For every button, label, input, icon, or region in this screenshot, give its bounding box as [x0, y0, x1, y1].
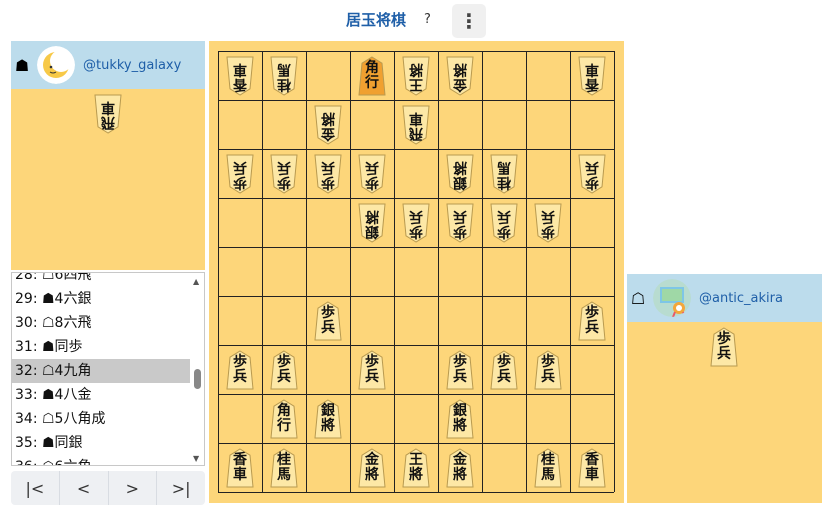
- board-piece[interactable]: 金將: [357, 447, 387, 488]
- hand-piece[interactable]: 歩兵: [709, 327, 739, 367]
- board-piece[interactable]: 桂馬: [269, 447, 299, 488]
- move-list-item[interactable]: 28: ☖6四飛: [12, 273, 190, 287]
- board-piece[interactable]: 歩兵: [269, 349, 299, 390]
- board-piece[interactable]: 歩兵: [533, 203, 563, 243]
- first-move-button[interactable]: |<: [11, 471, 60, 505]
- board-grid-line: [350, 51, 351, 492]
- scroll-down-icon[interactable]: ▼: [193, 454, 199, 463]
- board-piece[interactable]: 金將: [445, 56, 475, 96]
- board-grid-line: [570, 51, 571, 492]
- move-list-item[interactable]: 34: ☖5八角成: [12, 407, 190, 431]
- board-piece[interactable]: 歩兵: [445, 203, 475, 243]
- board-piece[interactable]: 桂馬: [269, 56, 299, 96]
- board-piece[interactable]: 香車: [577, 56, 607, 96]
- board-grid-line: [218, 198, 614, 199]
- board-grid-line: [218, 443, 614, 444]
- board-grid[interactable]: 香車桂馬角行王將金將香車金將飛車歩兵歩兵歩兵歩兵銀將桂馬歩兵銀將歩兵歩兵歩兵歩兵…: [218, 51, 615, 493]
- bottom-player-header: ☖ @antic_akira: [627, 274, 822, 322]
- board-grid-line: [218, 394, 614, 395]
- board-grid-line: [262, 51, 263, 492]
- board-grid-line: [218, 51, 219, 492]
- board-grid-line: [218, 247, 614, 248]
- board-piece[interactable]: 桂馬: [489, 154, 519, 194]
- board-piece[interactable]: 金將: [445, 447, 475, 488]
- move-list[interactable]: 28: ☖6四飛 29: ☗4六銀 30: ☖8六飛 31: ☗同歩 32: ☖4九角 3…: [11, 272, 205, 466]
- board-piece[interactable]: 歩兵: [489, 203, 519, 243]
- board-piece[interactable]: 桂馬: [533, 447, 563, 488]
- move-list-scrollbar[interactable]: ▲ ▼: [192, 277, 202, 463]
- kebab-menu-icon: ⋮: [459, 9, 479, 33]
- page-title: 居玉将棋: [346, 11, 407, 29]
- board-piece[interactable]: 王將: [401, 447, 431, 488]
- help-link[interactable]: ?: [424, 12, 431, 27]
- board-grid-line: [218, 492, 614, 493]
- sente-mark-icon: ☗: [14, 55, 30, 75]
- board-grid-line: [438, 51, 439, 492]
- shogi-board: 香車桂馬角行王將金將香車金將飛車歩兵歩兵歩兵歩兵銀將桂馬歩兵銀將歩兵歩兵歩兵歩兵…: [209, 41, 624, 503]
- move-list-item[interactable]: 30: ☖8六飛: [12, 311, 190, 335]
- menu-button[interactable]: ⋮: [452, 4, 486, 38]
- board-piece[interactable]: 角行: [269, 398, 299, 439]
- board-piece[interactable]: 銀將: [313, 398, 343, 439]
- board-piece[interactable]: 香車: [225, 447, 255, 488]
- board-piece[interactable]: 歩兵: [401, 203, 431, 243]
- board-piece[interactable]: 王將: [401, 56, 431, 96]
- board-grid-line: [526, 51, 527, 492]
- board-piece[interactable]: 歩兵: [577, 154, 607, 194]
- board-piece[interactable]: 角行: [357, 55, 387, 96]
- previous-move-button[interactable]: <: [60, 471, 109, 505]
- move-navigation: |< < > >|: [11, 471, 205, 505]
- board-grid-line: [394, 51, 395, 492]
- board-piece[interactable]: 銀將: [445, 154, 475, 194]
- gote-mark-icon: ☖: [630, 288, 646, 308]
- next-move-button[interactable]: >: [109, 471, 158, 505]
- scroll-up-icon[interactable]: ▲: [193, 277, 199, 286]
- board-piece[interactable]: 銀將: [445, 398, 475, 439]
- top-player-hand: 飛車: [11, 89, 205, 149]
- last-move-button[interactable]: >|: [157, 471, 205, 505]
- move-list-item[interactable]: 35: ☗同銀: [12, 431, 190, 455]
- hand-piece[interactable]: 飛車: [93, 94, 123, 134]
- award-avatar[interactable]: [653, 279, 691, 317]
- bottom-player-hand: 歩兵: [627, 322, 822, 382]
- board-piece[interactable]: 金將: [313, 105, 343, 145]
- bottom-player-panel: ☖ @antic_akira 歩兵: [627, 274, 822, 503]
- move-list-item[interactable]: 36: ☖6六角: [12, 455, 190, 465]
- board-piece[interactable]: 香車: [577, 447, 607, 488]
- move-list-item[interactable]: 29: ☗4六銀: [12, 287, 190, 311]
- board-piece[interactable]: 歩兵: [533, 349, 563, 390]
- board-grid-line: [218, 296, 614, 297]
- board-piece[interactable]: 銀將: [357, 203, 387, 243]
- move-list-item[interactable]: 31: ☗同歩: [12, 335, 190, 359]
- top-player-header: ☗ @tukky_galaxy: [11, 41, 205, 89]
- board-piece[interactable]: 歩兵: [489, 349, 519, 390]
- board-grid-line: [218, 149, 614, 150]
- board-grid-line: [306, 51, 307, 492]
- board-piece[interactable]: 歩兵: [313, 300, 343, 341]
- bottom-player-name[interactable]: @antic_akira: [699, 291, 783, 306]
- board-piece[interactable]: 歩兵: [357, 349, 387, 390]
- board-piece[interactable]: 飛車: [401, 105, 431, 145]
- board-piece[interactable]: 歩兵: [225, 349, 255, 390]
- board-grid-line: [482, 51, 483, 492]
- top-player-panel: ☗ @tukky_galaxy 飛車: [11, 41, 205, 270]
- move-list-item[interactable]: 33: ☗4八金: [12, 383, 190, 407]
- board-piece[interactable]: 歩兵: [269, 154, 299, 194]
- board-piece[interactable]: 歩兵: [577, 300, 607, 341]
- moon-avatar[interactable]: [37, 46, 75, 84]
- board-piece[interactable]: 香車: [225, 56, 255, 96]
- board-grid-line: [218, 345, 614, 346]
- board-grid-line: [218, 51, 614, 52]
- board-piece[interactable]: 歩兵: [225, 154, 255, 194]
- board-piece[interactable]: 歩兵: [357, 154, 387, 194]
- scroll-thumb[interactable]: [194, 369, 201, 389]
- move-list-item[interactable]: 32: ☖4九角: [12, 359, 190, 383]
- board-grid-line: [218, 100, 614, 101]
- board-piece[interactable]: 歩兵: [313, 154, 343, 194]
- board-piece[interactable]: 歩兵: [445, 349, 475, 390]
- board-grid-line: [614, 51, 615, 492]
- top-player-name[interactable]: @tukky_galaxy: [83, 58, 181, 73]
